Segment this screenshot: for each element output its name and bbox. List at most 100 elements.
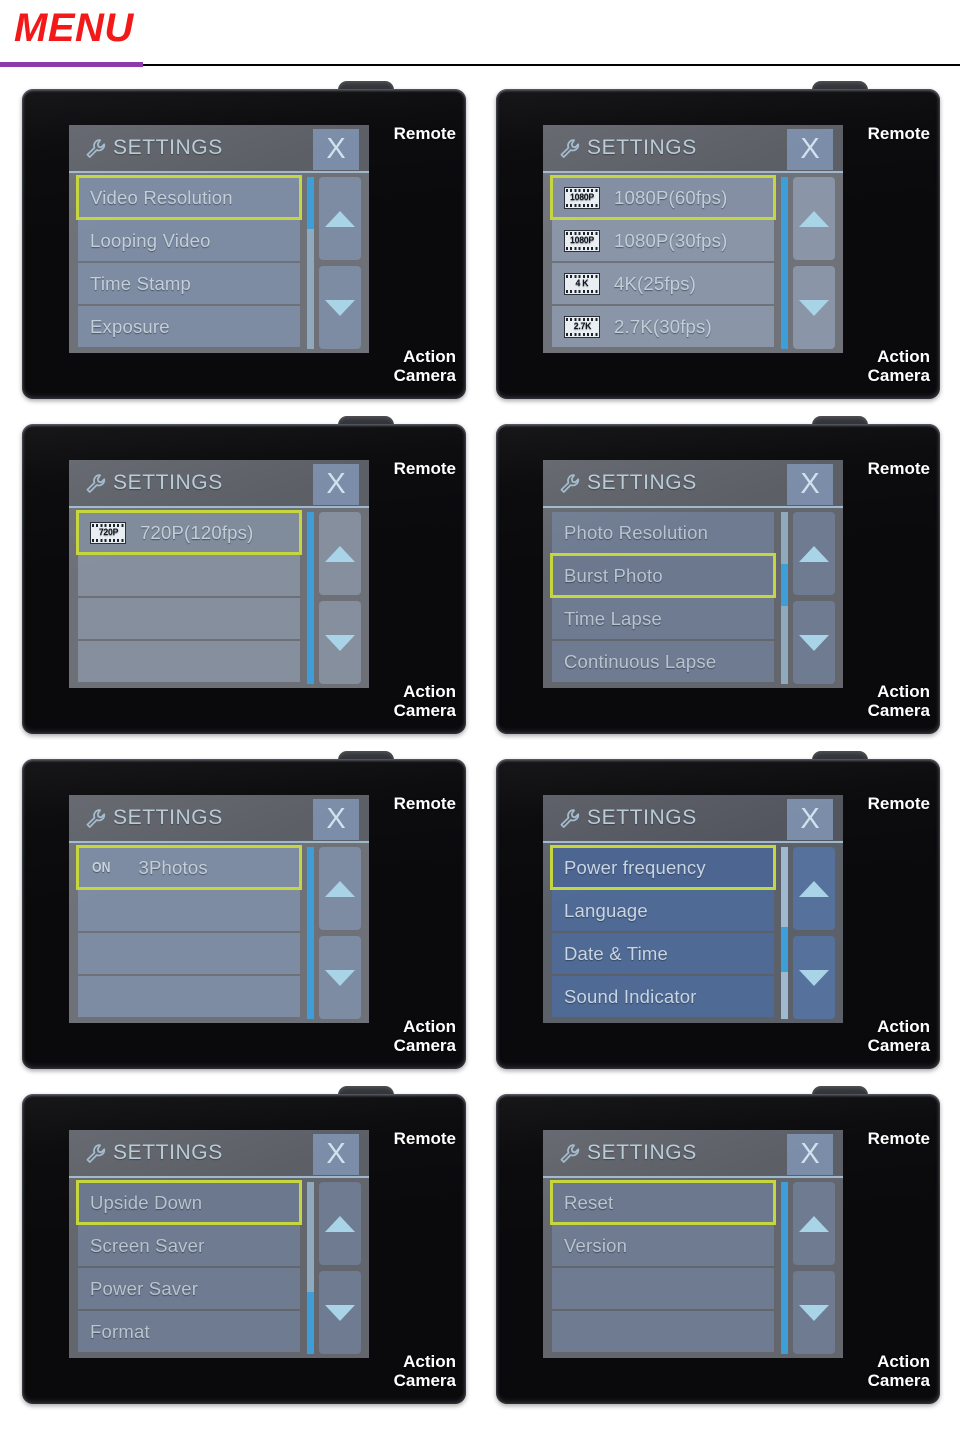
- scroll-up-button[interactable]: [319, 847, 361, 930]
- scrollbar-track[interactable]: [781, 847, 788, 1019]
- panel-video-settings: Remote Action Camera SETTINGS X Video Resolut…: [8, 81, 478, 416]
- lcd-screen: SETTINGS X ON 3Photos: [69, 795, 369, 1023]
- action-label: Action: [403, 347, 456, 367]
- scroll-up-button[interactable]: [793, 1182, 835, 1265]
- menu-item[interactable]: Time Lapse: [552, 598, 774, 639]
- menu-item[interactable]: [78, 555, 300, 596]
- menu-item[interactable]: 1080P 1080P(30fps): [552, 220, 774, 261]
- wrench-icon: [85, 1142, 107, 1166]
- menu-item-label: 720P(120fps): [140, 521, 254, 543]
- menu-item[interactable]: Date & Time: [552, 933, 774, 974]
- menu-item[interactable]: [552, 1268, 774, 1309]
- menu-item-selected[interactable]: Video Resolution: [76, 175, 302, 220]
- close-button[interactable]: X: [787, 129, 833, 170]
- scroll-down-button[interactable]: [793, 936, 835, 1019]
- menu-item[interactable]: [78, 976, 300, 1017]
- camera-label: Camera: [867, 1035, 930, 1055]
- menu-item[interactable]: 4 K 4K(25fps): [552, 263, 774, 304]
- menu-item-label: Upside Down: [90, 1191, 203, 1213]
- settings-header: SETTINGS X: [69, 460, 369, 508]
- film-strip-icon: 4 K: [564, 272, 600, 295]
- menu-list-area: Photo Resolution Burst Photo Time Lapse Con…: [543, 508, 843, 688]
- scrollbar-track[interactable]: [781, 177, 788, 349]
- menu-item[interactable]: Photo Resolution: [552, 512, 774, 553]
- scrollbar-thumb[interactable]: [781, 1182, 788, 1354]
- scrollbar-thumb[interactable]: [307, 847, 314, 1019]
- scrollbar-track[interactable]: [781, 512, 788, 684]
- scroll-up-button[interactable]: [793, 177, 835, 260]
- menu-list: Reset Version: [550, 1180, 776, 1354]
- menu-item-selected[interactable]: 1080P 1080P(60fps): [550, 175, 776, 220]
- scroll-down-button[interactable]: [793, 266, 835, 349]
- action-camera-label: Action Camera: [394, 1352, 456, 1390]
- menu-item[interactable]: Looping Video: [78, 220, 300, 261]
- scroll-up-button[interactable]: [793, 847, 835, 930]
- close-icon: X: [800, 1138, 820, 1170]
- menu-item[interactable]: Format: [78, 1311, 300, 1352]
- menu-item-label: Continuous Lapse: [564, 650, 717, 672]
- scrollbar-track[interactable]: [781, 1182, 788, 1354]
- camera-label: Camera: [393, 1035, 456, 1055]
- action-camera-label: Action Camera: [867, 1352, 930, 1390]
- menu-item[interactable]: Continuous Lapse: [552, 641, 774, 682]
- close-button[interactable]: X: [313, 799, 359, 840]
- scrollbar-thumb[interactable]: [781, 927, 788, 972]
- scrollbar-thumb[interactable]: [781, 564, 788, 606]
- menu-item[interactable]: 2.7K 2.7K(30fps): [552, 306, 774, 347]
- close-button[interactable]: X: [787, 799, 833, 840]
- menu-item[interactable]: Sound Indicator: [552, 976, 774, 1017]
- scroll-down-button[interactable]: [319, 266, 361, 349]
- scrollbar-thumb[interactable]: [307, 512, 314, 684]
- film-strip-icon: 720P: [90, 521, 126, 544]
- close-icon: X: [800, 803, 820, 835]
- scroll-down-button[interactable]: [793, 601, 835, 684]
- menu-item[interactable]: [78, 598, 300, 639]
- close-button[interactable]: X: [313, 129, 359, 170]
- close-button[interactable]: X: [787, 1134, 833, 1175]
- scroll-up-button[interactable]: [319, 177, 361, 260]
- scroll-down-button[interactable]: [319, 936, 361, 1019]
- scroll-up-button[interactable]: [319, 512, 361, 595]
- menu-item-selected[interactable]: 720P 720P(120fps): [76, 510, 302, 555]
- menu-item[interactable]: Language: [552, 890, 774, 931]
- remote-label: Remote: [393, 1129, 456, 1148]
- menu-item[interactable]: [552, 1311, 774, 1352]
- scroll-up-button[interactable]: [793, 512, 835, 595]
- scroll-down-button[interactable]: [793, 1271, 835, 1354]
- scrollbar-thumb[interactable]: [307, 1292, 314, 1354]
- menu-item[interactable]: Version: [552, 1225, 774, 1266]
- menu-item[interactable]: Exposure: [78, 306, 300, 347]
- menu-item-selected[interactable]: Burst Photo: [550, 553, 776, 598]
- scrollbar-track[interactable]: [307, 847, 314, 1019]
- menu-item-selected[interactable]: Reset: [550, 1180, 776, 1225]
- scroll-down-button[interactable]: [319, 601, 361, 684]
- scrollbar-thumb[interactable]: [307, 177, 314, 229]
- film-icon-label: 4 K: [575, 278, 589, 289]
- scroll-up-button[interactable]: [319, 1182, 361, 1265]
- scrollbar-track[interactable]: [307, 512, 314, 684]
- camera-body: Remote Action Camera SETTINGS X Video Resolut…: [22, 89, 466, 399]
- menu-item-selected[interactable]: Power frequency: [550, 845, 776, 890]
- close-button[interactable]: X: [787, 464, 833, 505]
- camera-label: Camera: [867, 1370, 930, 1390]
- menu-item[interactable]: Time Stamp: [78, 263, 300, 304]
- menu-list-area: Power frequency Language Date & Time Sound …: [543, 843, 843, 1023]
- menu-item-label: Looping Video: [90, 229, 211, 251]
- menu-item-selected[interactable]: ON 3Photos: [76, 845, 302, 890]
- menu-item[interactable]: [78, 933, 300, 974]
- menu-item[interactable]: [78, 890, 300, 931]
- menu-item[interactable]: Power Saver: [78, 1268, 300, 1309]
- close-icon: X: [326, 803, 346, 835]
- chevron-up-icon: [325, 545, 355, 562]
- scrollbar-thumb[interactable]: [781, 177, 788, 349]
- menu-item[interactable]: Screen Saver: [78, 1225, 300, 1266]
- menu-item-selected[interactable]: Upside Down: [76, 1180, 302, 1225]
- menu-item[interactable]: [78, 641, 300, 682]
- scrollbar-track[interactable]: [307, 1182, 314, 1354]
- scrollbar-track[interactable]: [307, 177, 314, 349]
- close-button[interactable]: X: [313, 464, 359, 505]
- film-strip-icon: 2.7K: [564, 315, 600, 338]
- scroll-down-button[interactable]: [319, 1271, 361, 1354]
- close-button[interactable]: X: [313, 1134, 359, 1175]
- menu-item-label: Format: [90, 1320, 150, 1342]
